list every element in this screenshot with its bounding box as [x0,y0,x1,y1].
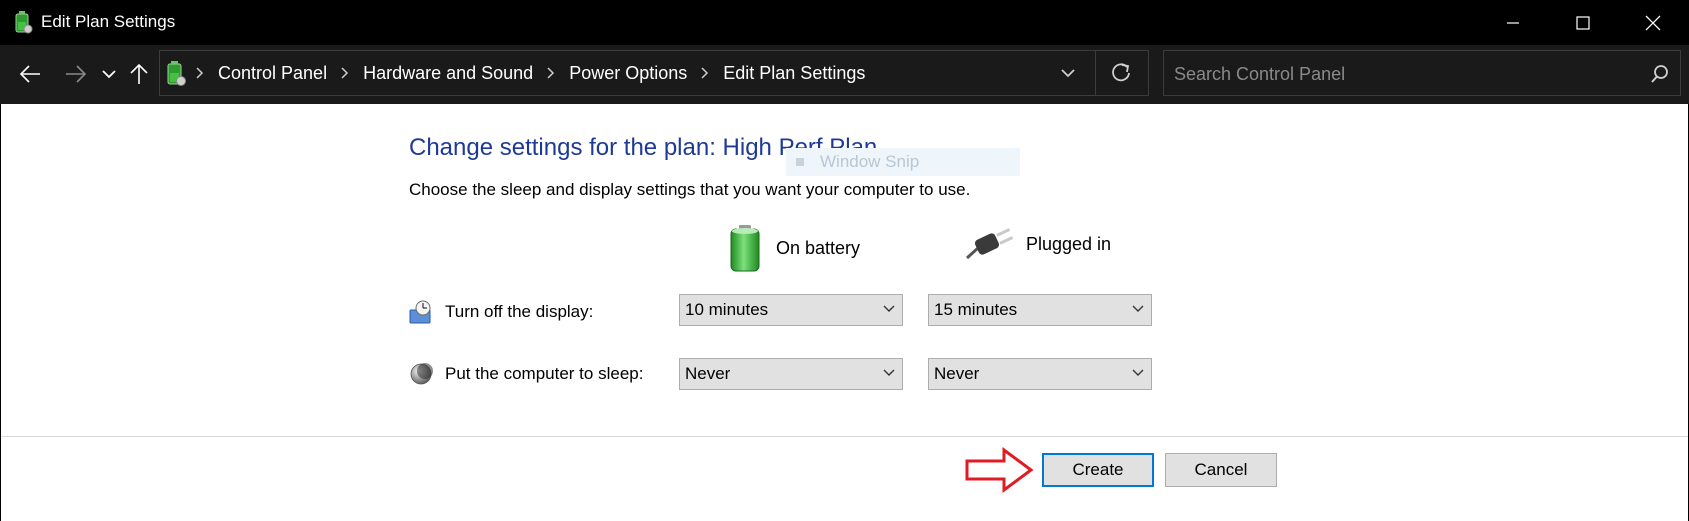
up-button[interactable] [128,57,150,91]
forward-arrow-icon [66,65,87,83]
chevron-down-icon [883,305,895,312]
power-plug-icon [965,228,1014,260]
search-icon[interactable] [1650,64,1670,84]
chevron-down-icon [883,369,895,376]
display-plugged-select[interactable]: 15 minutes [928,294,1152,326]
breadcrumb-power-options[interactable]: Power Options [569,63,687,84]
search-box[interactable] [1163,50,1681,97]
address-bar: Control Panel Hardware and Sound Power O… [0,45,1689,104]
sleep-label: Put the computer to sleep: [445,364,644,383]
moon-sleep-icon [410,363,433,385]
turn-off-display-label: Turn off the display: [445,302,594,321]
minimize-button[interactable] [1479,0,1547,45]
sleep-plugged-select[interactable]: Never [928,358,1152,390]
breadcrumb-list: Control Panel Hardware and Sound Power O… [196,51,865,95]
cancel-button[interactable]: Cancel [1165,453,1277,487]
refresh-button[interactable] [1110,61,1132,88]
display-battery-value: 10 minutes [685,300,769,319]
maximize-icon [1576,15,1590,30]
chevron-right-icon [701,67,709,79]
display-battery-select[interactable]: 10 minutes [679,294,903,326]
turn-off-display-row: Turn off the display: [409,300,593,324]
back-button[interactable] [16,57,44,91]
breadcrumb-hardware-and-sound[interactable]: Hardware and Sound [363,63,533,84]
on-battery-label: On battery [776,237,861,258]
sleep-row: Put the computer to sleep: [409,362,643,386]
page-description: Choose the sleep and display settings th… [409,180,971,199]
column-header-battery: On battery [728,224,860,272]
chevron-right-icon [547,67,555,79]
breadcrumb[interactable]: Control Panel Hardware and Sound Power O… [159,50,1149,96]
create-button[interactable]: Create [1042,453,1154,487]
address-history-dropdown[interactable] [1060,64,1076,87]
close-icon [1645,15,1661,30]
refresh-icon [1112,63,1130,82]
battery-plan-icon [15,11,33,34]
forward-button[interactable] [62,57,90,91]
close-button[interactable] [1619,0,1687,45]
sleep-plugged-value: Never [934,364,980,383]
chevron-down-icon [1061,69,1075,78]
annotation-arrow-icon [965,447,1034,493]
maximize-button[interactable] [1549,0,1617,45]
edit-plan-settings-window: Edit Plan Settings Control Panel Hardwar… [0,0,1689,521]
sleep-battery-select[interactable]: Never [679,358,903,390]
chevron-down-icon [1132,305,1144,312]
address-divider [1095,51,1096,95]
up-arrow-icon [130,63,148,84]
back-arrow-icon [19,65,40,83]
plan-settings-panel: Change settings for the plan: High Perf … [0,104,1689,436]
plugged-in-label: Plugged in [1026,233,1112,254]
breadcrumb-edit-plan-settings[interactable]: Edit Plan Settings [723,63,865,84]
chevron-right-icon [196,67,204,79]
chevron-down-icon [1132,369,1144,376]
snip-icon [796,158,804,166]
minimize-icon [1507,21,1519,24]
breadcrumb-control-panel[interactable]: Control Panel [218,63,327,84]
title-bar: Edit Plan Settings [0,0,1689,45]
display-clock-icon [409,300,431,324]
display-plugged-value: 15 minutes [934,300,1018,319]
column-header-plugged: Plugged in [964,228,1111,260]
battery-icon [730,225,760,272]
chevron-down-icon [102,70,116,79]
recent-locations-button[interactable] [99,57,119,91]
search-input[interactable] [1172,51,1636,97]
window-title: Edit Plan Settings [41,12,176,31]
window-snip-tooltip: Window Snip [786,148,1020,176]
chevron-right-icon [341,67,349,79]
sleep-battery-value: Never [685,364,731,383]
dialog-footer: Create Cancel [0,437,1689,521]
window-snip-label: Window Snip [820,152,920,171]
control-panel-battery-icon [167,61,186,86]
